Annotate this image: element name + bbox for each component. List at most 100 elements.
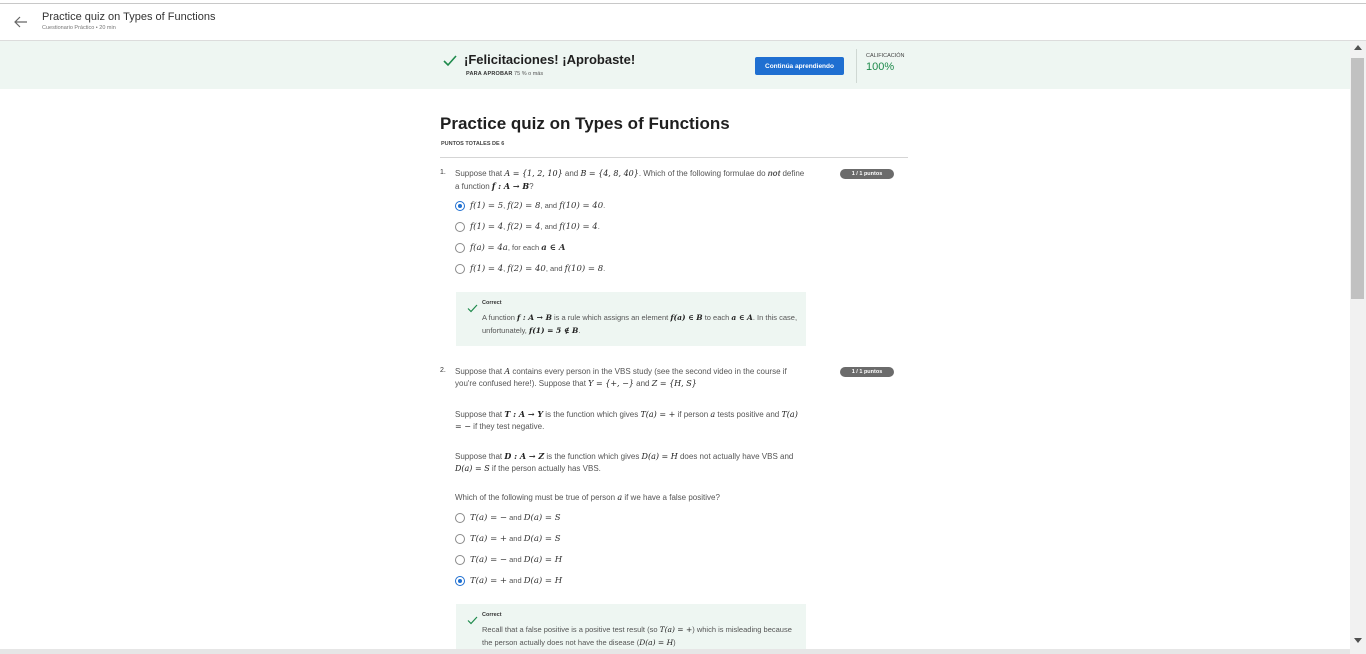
math-expression: T(a) = − (470, 513, 508, 523)
total-points: PUNTOS TOTALES DE 6 (441, 141, 505, 147)
q-text-part: does not actually have VBS and (677, 452, 794, 461)
math-expression: f(10) = 40 (559, 201, 604, 211)
radio-button[interactable] (455, 243, 465, 253)
feedback-box: Correct Recall that a false positive is … (456, 604, 806, 649)
radio-button[interactable] (455, 534, 465, 544)
math-expression: f(10) = 4 (559, 222, 598, 232)
radio-button[interactable] (455, 513, 465, 523)
fb-text-part: . (578, 325, 581, 335)
emphasis-text: not (767, 169, 781, 178)
fb-text-part: to each (702, 313, 732, 322)
divider (856, 49, 857, 83)
q-text-part: Suppose that (455, 367, 505, 376)
math-expression: D(a) = S (523, 513, 561, 523)
option-text-part: and (507, 555, 524, 564)
math-expression: f : A → B (491, 181, 530, 191)
math-expression: D(a) = H (641, 452, 678, 461)
option-text-part: . (603, 201, 606, 210)
option-text: T(a) = − and D(a) = S (470, 511, 561, 525)
fb-text-part: ) (673, 637, 676, 647)
radio-button-selected[interactable] (455, 201, 465, 211)
radio-button[interactable] (455, 222, 465, 232)
feedback-title: Correct (482, 300, 502, 306)
feedback-box: Correct A function f : A → B is a rule w… (456, 292, 806, 346)
divider (440, 157, 908, 158)
back-arrow-icon[interactable] (12, 13, 30, 31)
continue-learning-button[interactable]: Continúa aprendiendo (755, 57, 844, 75)
scroll-down-arrow-icon[interactable] (1354, 638, 1362, 643)
q-text-part: and (633, 379, 652, 388)
q-text-part: if they test negative. (470, 422, 545, 431)
check-icon (443, 54, 457, 72)
q-text-part: is the function which gives (543, 410, 641, 419)
fb-text-part: A function (482, 313, 518, 322)
answer-option[interactable]: T(a) = + and D(a) = H (455, 574, 562, 588)
option-text-part: , and (545, 264, 565, 273)
check-icon (467, 300, 478, 318)
question-text: Suppose that A contains every person in … (455, 366, 805, 390)
option-text-part: , and (540, 222, 560, 231)
points-badge: 1 / 1 puntos (840, 169, 894, 179)
math-expression: f(1) = 5 ∉ B (528, 325, 579, 335)
math-expression: D(a) = H (523, 555, 563, 565)
option-text: T(a) = + and D(a) = H (470, 574, 562, 588)
option-text-part: , and (540, 201, 560, 210)
q-text-part: Suppose that (455, 452, 505, 461)
radio-button[interactable] (455, 264, 465, 274)
math-expression: f(1) = 4 (470, 222, 504, 232)
q-text-part: Suppose that (455, 169, 505, 178)
quiz-title: Practice quiz on Types of Functions (440, 114, 730, 133)
q-text-part: ? (529, 182, 534, 191)
question-paragraph: Suppose that T : A → Y is the function w… (455, 408, 805, 433)
math-expression: Y = {+, −} (588, 379, 634, 388)
pass-label: PARA APROBAR (466, 71, 513, 77)
header-title: Practice quiz on Types of Functions (42, 11, 216, 23)
scroll-up-arrow-icon[interactable] (1354, 45, 1362, 50)
option-text: f(1) = 4, f(2) = 4, and f(10) = 4. (470, 220, 600, 234)
answer-option[interactable]: T(a) = − and D(a) = S (455, 511, 561, 525)
option-text: f(1) = 4, f(2) = 40, and f(10) = 8. (470, 262, 605, 276)
math-expression: T(a) = − (470, 555, 508, 565)
math-expression: f(2) = 40 (507, 264, 546, 274)
math-expression: f(2) = 4 (507, 222, 541, 232)
question-text: Suppose that A = {1, 2, 10} and B = {4, … (455, 168, 805, 193)
feedback-text: A function f : A → B is a rule which ass… (482, 312, 800, 337)
math-expression: f(a) ∈ B (670, 313, 703, 322)
math-expression: a ∈ A (541, 243, 566, 253)
feedback-title: Correct (482, 612, 502, 618)
math-expression: Z = {H, S} (651, 379, 697, 388)
q-text-part: . Which of the following formulae do (638, 169, 768, 178)
radio-button[interactable] (455, 555, 465, 565)
q-text-part: if the person actually has VBS. (489, 464, 601, 473)
math-expression: f(2) = 8 (507, 201, 541, 211)
answer-option[interactable]: T(a) = + and D(a) = S (455, 532, 561, 546)
math-expression: f(a) = 4a (470, 243, 508, 253)
math-expression: T(a) = + (659, 625, 693, 634)
math-expression: f(1) = 5 (470, 201, 504, 211)
option-text: f(a) = 4a, for each a ∈ A (470, 241, 566, 255)
q-text-part: tests positive and (715, 410, 782, 419)
math-expression: D(a) = H (639, 637, 674, 647)
scrollbar-thumb[interactable] (1351, 58, 1364, 299)
radio-button-selected[interactable] (455, 576, 465, 586)
answer-option[interactable]: T(a) = − and D(a) = H (455, 553, 562, 567)
option-text-part: . (603, 264, 606, 273)
question-number: 2. (440, 367, 446, 374)
answer-option[interactable]: f(1) = 5, f(2) = 8, and f(10) = 40. (455, 199, 605, 213)
math-expression: T : A → Y (504, 409, 544, 419)
option-text-part: and (507, 513, 524, 522)
q-text-part: if we have a false positive? (622, 493, 720, 502)
math-expression: f : A → B (517, 313, 552, 322)
math-expression: f(10) = 8 (564, 264, 604, 274)
answer-option[interactable]: f(1) = 4, f(2) = 40, and f(10) = 8. (455, 262, 605, 276)
option-text-part: . (597, 222, 600, 231)
grade-label: CALIFICACIÓN (866, 53, 905, 59)
q-text-part: Suppose that (455, 410, 505, 419)
pass-requirement: PARA APROBAR 75 % o más (466, 71, 543, 77)
check-icon (467, 612, 478, 630)
answer-option[interactable]: f(a) = 4a, for each a ∈ A (455, 241, 566, 255)
horizontal-scrollbar[interactable] (0, 649, 1350, 654)
math-expression: D(a) = H (523, 576, 563, 586)
feedback-text: Recall that a false positive is a positi… (482, 624, 800, 649)
answer-option[interactable]: f(1) = 4, f(2) = 4, and f(10) = 4. (455, 220, 600, 234)
